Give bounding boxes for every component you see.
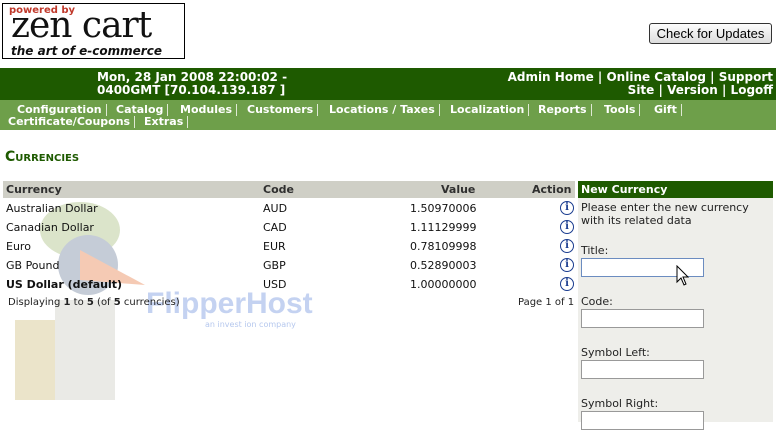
new-currency-panel: Please enter the new currency with its r… [578,198,773,430]
currency-name: US Dollar (default) [6,278,123,291]
currency-name: Canadian Dollar [6,221,94,234]
currency-value: 1.50970006 [410,202,477,215]
server-date: Mon, 28 Jan 2008 22:00:02 - 0400GMT [70.… [97,71,287,97]
date-line-2: 0400GMT [70.104.139.187 ] [97,83,286,97]
table-row[interactable]: Canadian Dollar CAD 1.11129999 i [3,218,575,237]
currency-code: GBP [263,259,286,272]
table-row[interactable]: US Dollar (default) USD 1.00000000 i [3,275,575,294]
page-count: Page 1 of 1 [518,297,575,308]
currency-value: 0.52890003 [410,259,477,272]
symbol-left-label: Symbol Left: [581,346,650,359]
symbol-right-label: Symbol Right: [581,397,659,410]
check-for-updates-button[interactable]: Check for Updates [649,23,772,44]
col-action: Action [532,183,572,196]
info-icon[interactable]: i [560,239,574,253]
code-input[interactable] [581,309,704,328]
support-site-link-2[interactable]: Site [628,83,655,97]
logo-tagline: the art of e-commerce [11,44,162,58]
menu-customers[interactable]: Customers [247,104,319,116]
menu-tools[interactable]: Tools [604,104,641,116]
table-row[interactable]: GB Pound GBP 0.52890003 i [3,256,575,275]
currency-code: CAD [263,221,287,234]
currency-value: 0.78109998 [410,240,477,253]
pagination-summary: Displaying 1 to 5 (of 5 currencies) [8,297,180,308]
info-icon[interactable]: i [560,220,574,234]
header-links: Admin Home | Online Catalog | Support Si… [507,70,773,97]
currency-table-header: Currency Code Value Action [3,181,575,198]
zen-cart-logo: powered by zen cart the art of e-commerc… [2,3,185,59]
col-value: Value [441,183,476,196]
logo-brand: zen cart [11,5,152,46]
info-icon[interactable]: i [560,258,574,272]
menu-localization[interactable]: Localization [450,104,530,116]
title-label: Title: [581,244,609,257]
currency-value: 1.11129999 [410,221,477,234]
admin-topbar: Mon, 28 Jan 2008 22:00:02 - 0400GMT [70.… [0,68,776,100]
menu-reports[interactable]: Reports [538,104,592,116]
currency-name: GB Pound [6,259,60,272]
info-icon[interactable]: i [560,277,574,291]
info-icon[interactable]: i [560,201,574,215]
support-site-link-1[interactable]: Support [719,70,773,84]
currency-code: EUR [263,240,286,253]
table-row[interactable]: Australian Dollar AUD 1.50970006 i [3,199,575,218]
menu-extras[interactable]: Extras [144,116,189,128]
menu-locations-taxes[interactable]: Locations / Taxes [329,104,440,116]
currency-code: USD [263,278,287,291]
currency-value: 1.00000000 [410,278,477,291]
logoff-link[interactable]: Logoff [731,83,773,97]
new-currency-header: New Currency [578,181,773,198]
symbol-left-input[interactable] [581,360,704,379]
watermark-subtitle: an invest ion company [205,320,296,329]
menu-modules[interactable]: Modules [180,104,237,116]
new-currency-intro: Please enter the new currency with its r… [581,201,749,227]
table-row[interactable]: Euro EUR 0.78109998 i [3,237,575,256]
version-link[interactable]: Version [667,83,718,97]
page-title: Currencies [5,149,80,165]
code-label: Code: [581,295,613,308]
currency-name: Australian Dollar [6,202,98,215]
menu-gift-certificate[interactable]: Gift [654,104,682,116]
online-catalog-link[interactable]: Online Catalog [606,70,706,84]
admin-home-link[interactable]: Admin Home [508,70,594,84]
menu-gift-certificate-cont[interactable]: Certificate/Coupons [8,116,136,128]
symbol-right-input[interactable] [581,411,704,430]
mouse-cursor-icon [676,265,690,286]
main-menu: Configuration Catalog Modules Customers … [0,100,776,130]
currency-code: AUD [263,202,288,215]
currency-name: Euro [6,240,31,253]
col-code: Code [263,183,294,196]
col-currency: Currency [6,183,62,196]
